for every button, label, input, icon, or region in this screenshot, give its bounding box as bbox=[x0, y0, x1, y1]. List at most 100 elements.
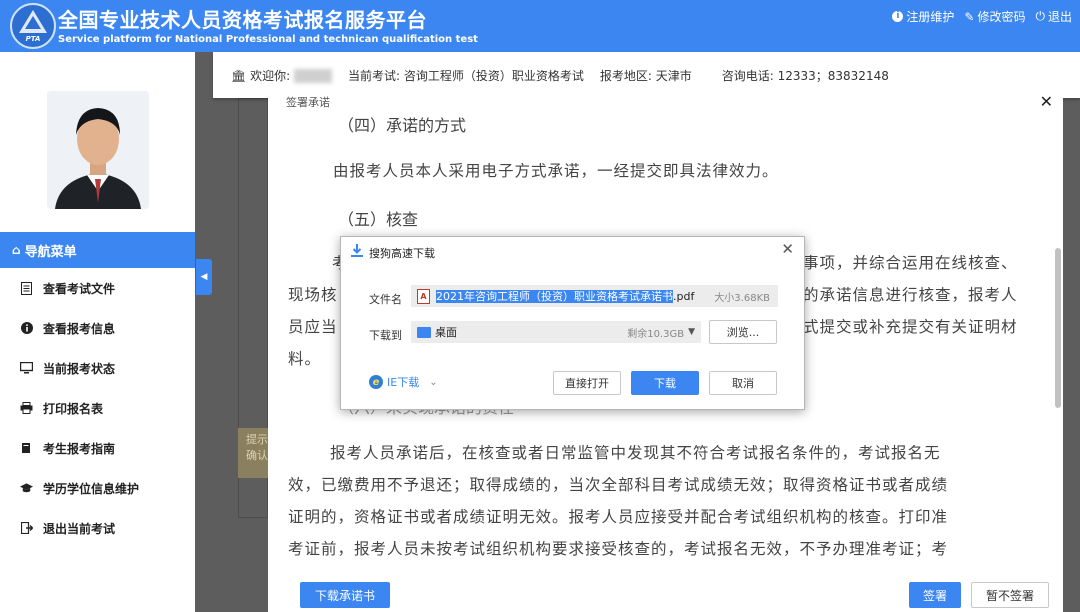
para-promise-method: 由报考人员本人采用电子方式承诺，一经提交即具法律效力。 bbox=[333, 162, 779, 180]
nav-menu-title: 导航菜单 bbox=[24, 244, 77, 260]
background-note-line1: 提示 bbox=[246, 433, 268, 446]
save-path-dropdown[interactable]: 桌面 剩余10.3GB ▼ bbox=[411, 321, 701, 343]
download-arrow-icon bbox=[351, 244, 363, 257]
ie-icon: e bbox=[369, 375, 383, 389]
site-title: 全国专业技术人员资格考试报名服务平台 bbox=[58, 8, 427, 32]
nav-item-label: 查看考试文件 bbox=[43, 281, 116, 296]
para-breach-line1: 报考人员承诺后，在核查或者日常监管中发现其不符合考试报名条件的，考试报名无 bbox=[330, 444, 941, 462]
sign-out-icon bbox=[20, 522, 33, 535]
caret-down-icon: ▼ bbox=[688, 327, 695, 337]
welcome-label: 欢迎你: bbox=[250, 68, 291, 83]
filename-value: 2021年咨询工程师（投资）职业资格考试承诺书.pdf bbox=[436, 288, 694, 304]
filename-label: 文件名 bbox=[369, 293, 402, 306]
free-space: 剩余10.3GB bbox=[627, 328, 685, 340]
save-to-label: 下载到 bbox=[369, 329, 402, 342]
nav-item-exam-documents[interactable]: 查看考试文件 bbox=[0, 268, 195, 308]
cancel-button[interactable]: 取消 bbox=[709, 371, 777, 395]
download-button[interactable]: 下载 bbox=[631, 371, 699, 395]
avatar bbox=[47, 91, 149, 209]
download-dialog-title: 搜狗高速下载 bbox=[369, 247, 435, 260]
register-maintenance-link[interactable]: i 注册维护 bbox=[892, 8, 954, 25]
file-size: 大小3.68KB bbox=[714, 292, 770, 304]
close-icon[interactable]: ✕ bbox=[781, 240, 794, 258]
register-maintenance-label: 注册维护 bbox=[906, 10, 955, 24]
welcome-group: 🏛 欢迎你: bbox=[231, 67, 332, 84]
document-icon bbox=[20, 281, 33, 295]
current-exam: 当前考试: 咨询工程师（投资）职业资格考试 bbox=[348, 67, 584, 84]
logout-label: 退出 bbox=[1047, 10, 1072, 24]
browse-button[interactable]: 浏览... bbox=[709, 320, 777, 344]
change-password-label: 修改密码 bbox=[977, 10, 1026, 24]
current-exam-label: 当前考试: bbox=[347, 68, 400, 83]
monitor-icon bbox=[20, 362, 33, 375]
nav-item-label: 学历学位信息维护 bbox=[43, 481, 140, 496]
scrollbar-thumb[interactable] bbox=[1055, 248, 1061, 408]
nav-item-label: 打印报名表 bbox=[43, 401, 104, 416]
user-name-redacted bbox=[293, 69, 332, 83]
skip-sign-button[interactable]: 暂不签署 bbox=[971, 582, 1049, 608]
exam-region-label: 报考地区: bbox=[599, 68, 652, 83]
home-icon: ⌂ bbox=[12, 243, 21, 257]
pta-logo: PTA bbox=[10, 3, 56, 49]
sidebar-collapse-toggle[interactable]: ◀ bbox=[196, 259, 212, 295]
header-links: i 注册维护 ✎ 修改密码 ⏻ 退出 bbox=[892, 8, 1072, 25]
exam-region-value: 天津市 bbox=[655, 68, 692, 83]
filename-field[interactable]: A 2021年咨询工程师（投资）职业资格考试承诺书.pdf 大小3.68KB bbox=[411, 285, 778, 307]
graduation-cap-icon bbox=[20, 482, 33, 495]
chevron-left-icon: ◀ bbox=[200, 272, 208, 282]
para-check-line2-end: 的承诺信息进行核查，报考人 bbox=[803, 286, 1018, 304]
nav-item-print-form[interactable]: 打印报名表 bbox=[0, 388, 195, 428]
close-icon[interactable]: ✕ bbox=[1040, 92, 1053, 111]
hotline-value: 12333；83832148 bbox=[777, 68, 889, 83]
background-note-line2: 确认 bbox=[246, 449, 268, 462]
book-icon bbox=[20, 442, 33, 455]
ie-download-link[interactable]: e IE下载 ⌄ bbox=[369, 374, 438, 390]
info-circle-icon bbox=[20, 322, 33, 335]
ie-download-label: IE下载 bbox=[387, 376, 420, 389]
open-directly-button[interactable]: 直接打开 bbox=[553, 371, 621, 395]
filename-selected-text: 2021年咨询工程师（投资）职业资格考试承诺书 bbox=[436, 290, 673, 303]
exam-region: 报考地区: 天津市 bbox=[600, 67, 692, 84]
chevron-down-icon: ⌄ bbox=[429, 376, 438, 388]
nav-item-degree-maintenance[interactable]: 学历学位信息维护 bbox=[0, 468, 195, 508]
current-exam-value: 咨询工程师（投资）职业资格考试 bbox=[403, 68, 584, 83]
logo-text: PTA bbox=[25, 35, 41, 43]
sign-button[interactable]: 签署 bbox=[909, 582, 961, 608]
save-path-value: 桌面 bbox=[435, 326, 457, 339]
logout-link[interactable]: ⏻ 退出 bbox=[1035, 8, 1072, 25]
nav-item-label: 当前报考状态 bbox=[43, 361, 116, 376]
bank-icon: 🏛 bbox=[231, 68, 247, 83]
nav-item-label: 退出当前考试 bbox=[43, 521, 116, 536]
hotline: 咨询电话: 12333；83832148 bbox=[722, 67, 889, 84]
nav-item-application-guide[interactable]: 考生报考指南 bbox=[0, 428, 195, 468]
background-note: 提示 确认 bbox=[238, 428, 268, 478]
nav-menu-header: ⌂ 导航菜单 bbox=[0, 232, 195, 268]
nav-item-exit-exam[interactable]: 退出当前考试 bbox=[0, 508, 195, 548]
top-header: PTA 全国专业技术人员资格考试报名服务平台 Service platform … bbox=[0, 0, 1080, 52]
hotline-label: 咨询电话: bbox=[721, 68, 774, 83]
heading-promise-method: （四）承诺的方式 bbox=[338, 116, 467, 135]
edit-icon: ✎ bbox=[964, 9, 975, 24]
filename-extension: .pdf bbox=[673, 290, 695, 303]
free-space-group: 剩余10.3GB ▼ bbox=[627, 325, 695, 340]
heading-verification: （五）核查 bbox=[338, 210, 419, 229]
site-subtitle: Service platform for National Profession… bbox=[58, 34, 478, 45]
pdf-file-icon: A bbox=[417, 288, 430, 304]
download-promise-button[interactable]: 下载承诺书 bbox=[300, 582, 390, 608]
para-breach-line2: 效，已缴费用不予退还；取得成绩的，当次全部科目考试成绩无效；取得资格证书或者成绩 bbox=[288, 476, 949, 494]
promise-modal-title: 签署承诺 bbox=[286, 96, 330, 109]
nav-item-application-status[interactable]: 当前报考状态 bbox=[0, 348, 195, 388]
nav-item-application-info[interactable]: 查看报考信息 bbox=[0, 308, 195, 348]
nav-item-label: 查看报考信息 bbox=[43, 321, 116, 336]
info-icon: i bbox=[892, 11, 904, 22]
sidebar: ⌂ 导航菜单 查看考试文件 查看报考信息 当前报考状态 打印报名表 考生报考指南… bbox=[0, 52, 195, 612]
change-password-link[interactable]: ✎ 修改密码 bbox=[964, 8, 1025, 25]
para-check-line1-end: 事项，并综合运用在线核查、 bbox=[803, 254, 1018, 272]
printer-icon bbox=[20, 402, 33, 415]
nav-item-label: 考生报考指南 bbox=[43, 441, 116, 456]
para-check-line3-end: 式提交或补充提交有关证明材 bbox=[803, 318, 1018, 336]
nav-list: 查看考试文件 查看报考信息 当前报考状态 打印报名表 考生报考指南 学历学位信息… bbox=[0, 268, 195, 548]
folder-icon bbox=[417, 326, 431, 338]
para-breach-line4: 考证前，报考人员未按考试组织机构要求接受核查的，考试报名无效，不予办理准考证；考 bbox=[288, 540, 949, 558]
power-icon: ⏻ bbox=[1035, 9, 1045, 23]
